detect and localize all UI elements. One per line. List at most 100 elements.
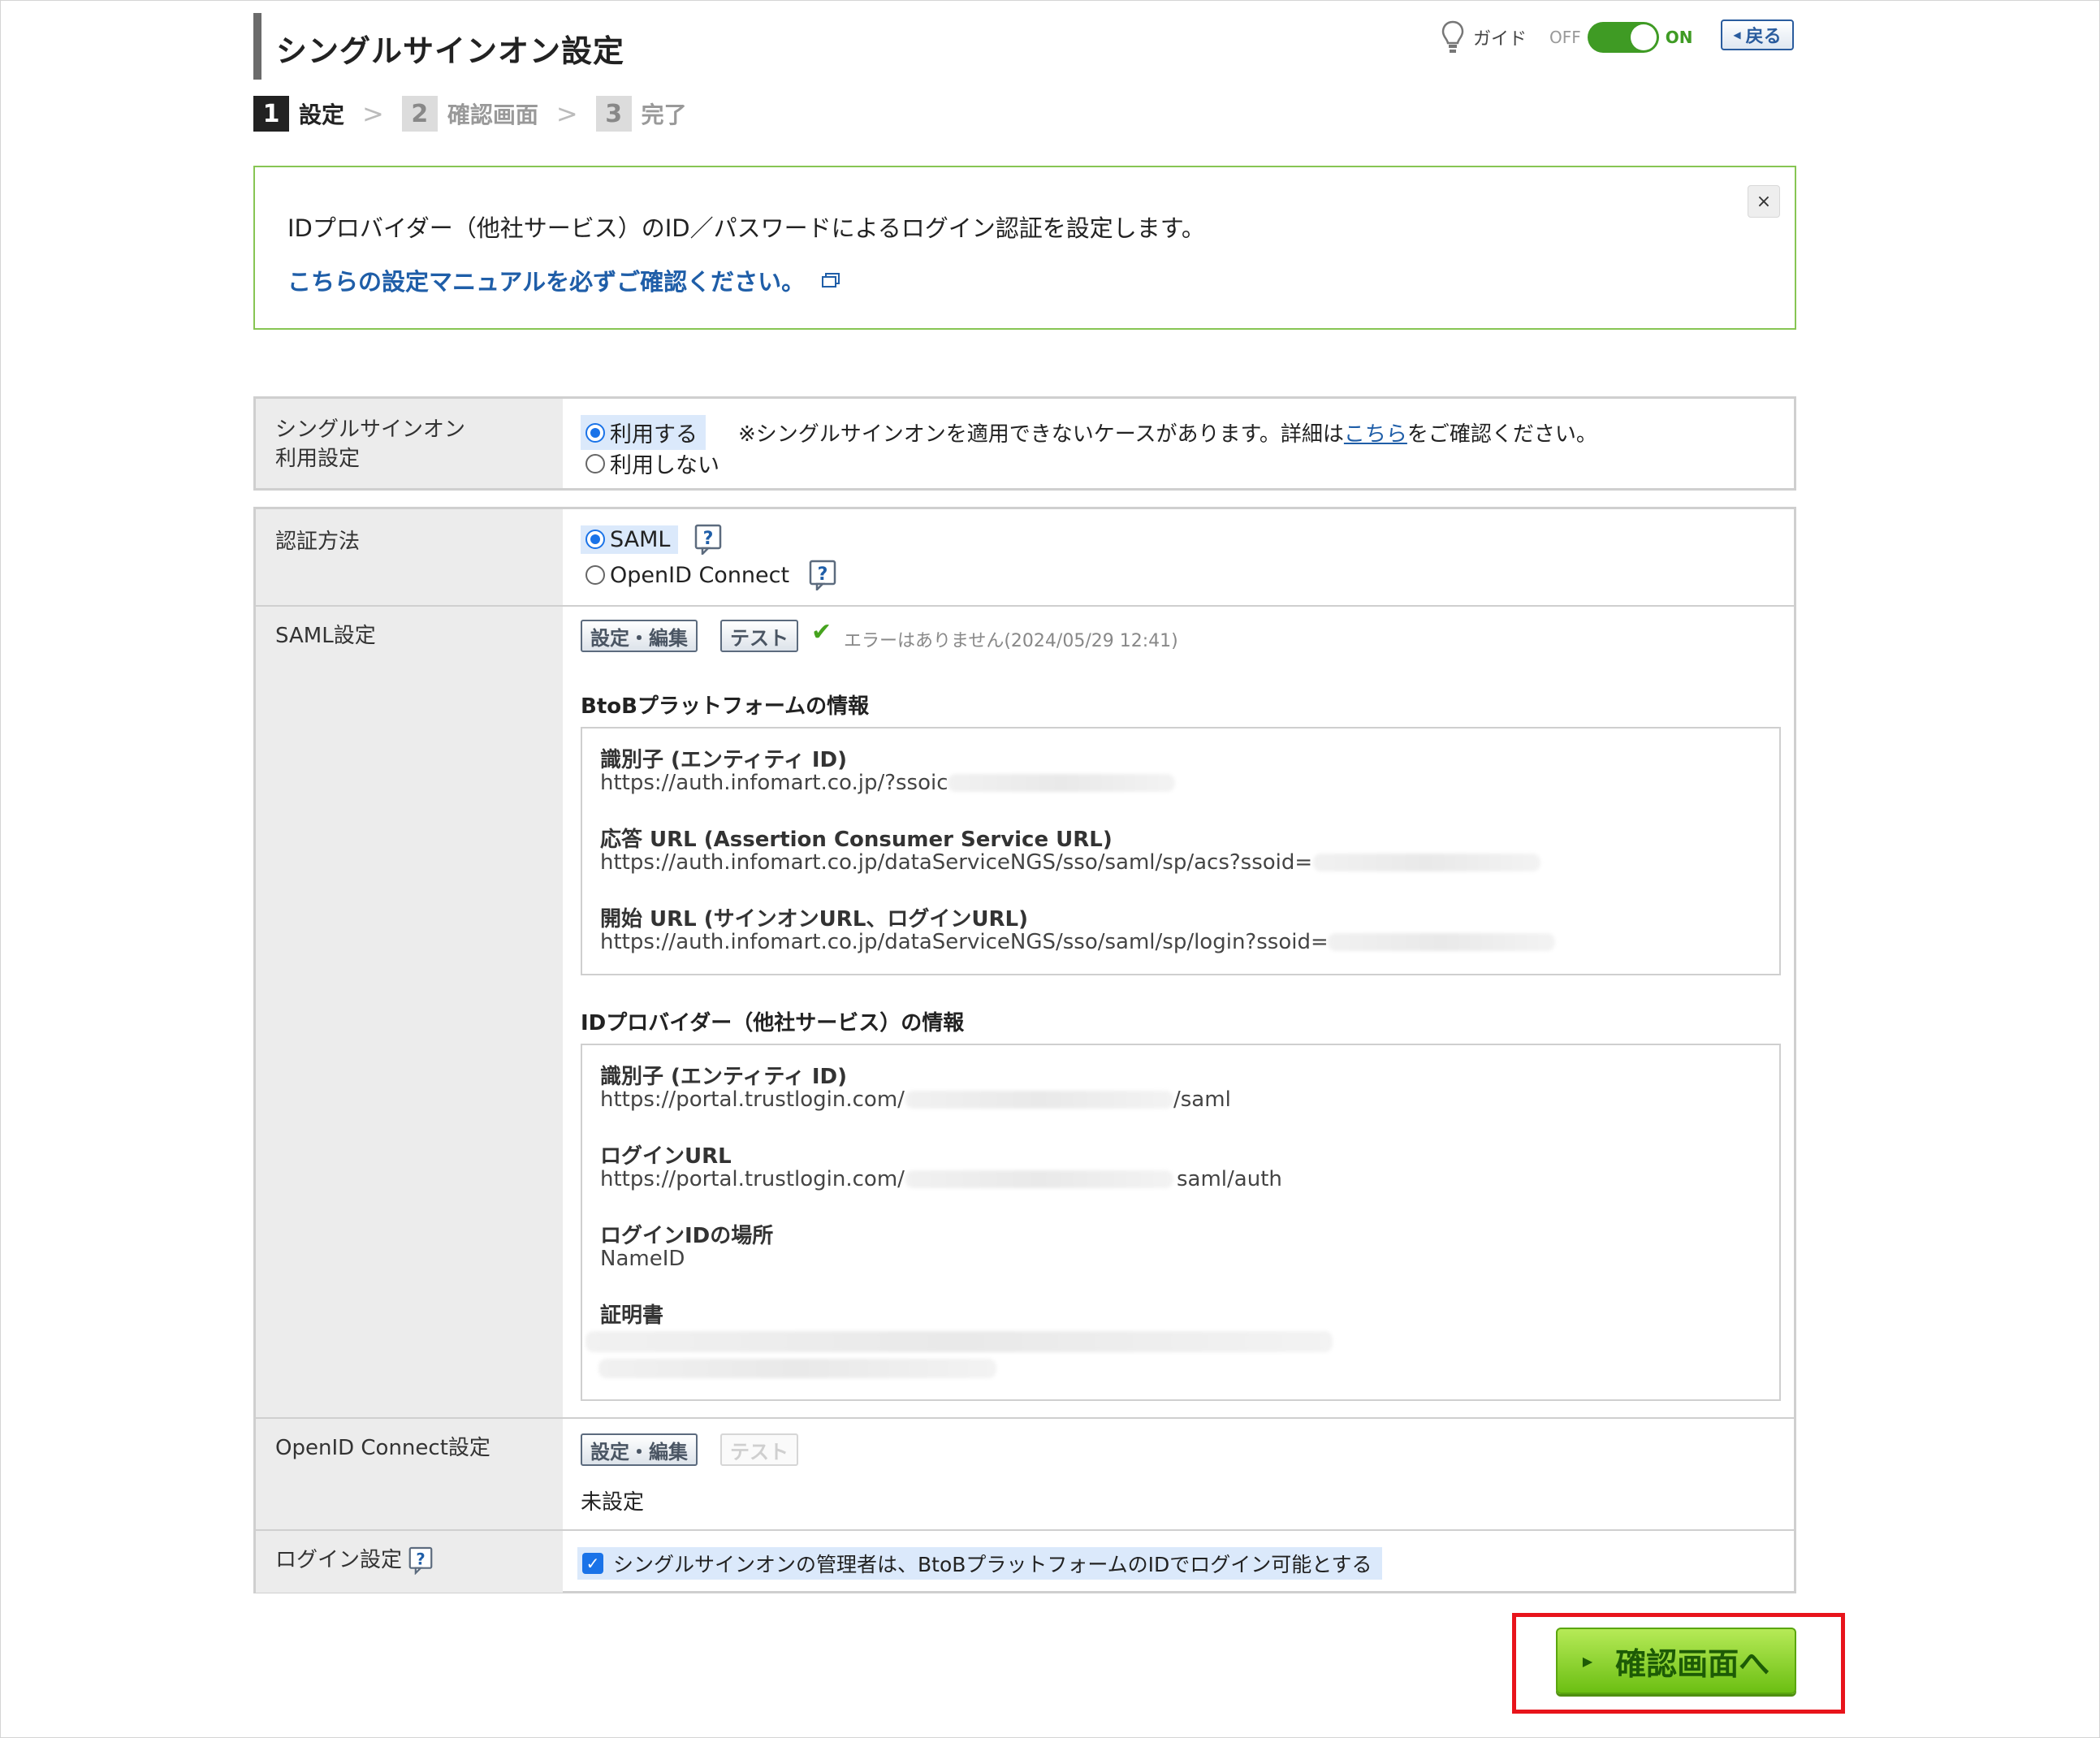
guide-toggle[interactable] [1587, 22, 1659, 53]
saml-edit-button[interactable]: 設定・編集 [581, 620, 698, 652]
radio-unselected-icon [585, 565, 605, 585]
btob-login-value: https://auth.infomart.co.jp/dataServiceN… [600, 930, 1329, 954]
saml-settings-row: SAML設定 設定・編集 テスト ✔ エラーはありません(2024/05/29 … [256, 605, 1794, 1419]
auth-method-label: 認証方法 [275, 530, 361, 554]
checkbox-checked-icon[interactable]: ✓ [582, 1553, 603, 1574]
redacted-value [948, 774, 1175, 792]
radio-selected-icon [585, 530, 605, 549]
manual-link[interactable]: こちらの設定マニュアルを必ずご確認ください。 [287, 263, 840, 297]
radio-saml-label: SAML [610, 526, 671, 552]
check-icon: ✔ [811, 618, 832, 646]
help-icon[interactable]: ? [809, 560, 836, 590]
guide-on-label: ON [1665, 28, 1693, 47]
back-arrow-icon: ◀ [1733, 29, 1741, 41]
auth-method-label-cell: 認証方法 [256, 509, 563, 605]
step-2-number: 2 [401, 96, 438, 132]
idp-entity-suffix: /saml [1173, 1087, 1231, 1112]
guide-toggle-group: ガイド OFF ON [1441, 19, 1693, 55]
radio-selected-icon [585, 422, 605, 443]
step-3-number: 3 [595, 96, 632, 132]
manual-link-label: こちらの設定マニュアルを必ずご確認ください。 [287, 268, 806, 296]
oidc-edit-button[interactable]: 設定・編集 [581, 1433, 698, 1466]
radio-saml-line: SAML ? [581, 524, 722, 555]
step-3-label: 完了 [641, 102, 687, 128]
radio-oidc-line: OpenID Connect ? [585, 560, 836, 590]
step-indicator: 1 設定 > 2 確認画面 > 3 完了 [253, 96, 687, 132]
title-accent-bar [253, 13, 261, 80]
chevron-right-icon: > [362, 98, 384, 129]
step-1-number: 1 [253, 96, 289, 132]
sso-note-prefix: ※シングルサインオンを適用できないケースがあります。詳細は [738, 422, 1344, 447]
login-setting-label-group: ログイン設定 ? [275, 1546, 433, 1575]
play-arrow-icon: ▶ [1582, 1653, 1593, 1669]
redacted-value [905, 1091, 1173, 1109]
saml-body: 設定・編集 テスト ✔ エラーはありません(2024/05/29 12:41) … [563, 607, 1794, 1419]
info-box: IDプロバイダー（他社サービス）のID／パスワードによるログイン認証を設定します… [253, 166, 1796, 330]
sso-usage-label-line2: 利用設定 [275, 447, 361, 471]
login-setting-row: ログイン設定 ? ✓ シングルサインオンの管理者は、BtoBプラットフォームのI… [256, 1529, 1794, 1593]
sso-usage-table: シングルサインオン 利用設定 利用する ※シングルサインオンを適用できないケース… [253, 396, 1796, 491]
auth-method-row: 認証方法 SAML ? OpenID Connect ? [256, 509, 1794, 605]
oidc-label-cell: OpenID Connect設定 [256, 1419, 563, 1531]
idp-login-url-label: ログインURL [600, 1144, 732, 1169]
sso-note-link[interactable]: こちら [1344, 422, 1407, 447]
idp-entity-prefix: https://portal.trustlogin.com/ [600, 1087, 905, 1112]
step-2-label: 確認画面 [447, 102, 538, 128]
idp-login-url-suffix: saml/auth [1177, 1167, 1282, 1191]
step-1-label: 設定 [299, 102, 345, 128]
radio-unselected-icon [585, 453, 605, 473]
guide-off-label: OFF [1549, 28, 1581, 47]
radio-oidc-label: OpenID Connect [610, 562, 790, 588]
redacted-value [1328, 933, 1555, 951]
saml-label: SAML設定 [275, 624, 376, 648]
svg-text:?: ? [703, 529, 714, 549]
admin-login-checkbox-line[interactable]: ✓ シングルサインオンの管理者は、BtoBプラットフォームのIDでログイン可能と… [577, 1547, 1382, 1580]
close-button[interactable]: × [1748, 185, 1780, 218]
help-icon[interactable]: ? [694, 524, 722, 555]
btob-entity-label: 識別子 (エンティティ ID) [600, 748, 848, 772]
radio-not-use-sso[interactable]: 利用しない [585, 447, 719, 479]
toggle-knob [1630, 24, 1657, 50]
oidc-label: OpenID Connect設定 [275, 1436, 490, 1460]
sso-use-line: 利用する ※シングルサインオンを適用できないケースがあります。詳細はこちらをご確… [581, 415, 1597, 450]
redacted-value [1313, 854, 1540, 871]
redacted-value [905, 1170, 1173, 1188]
radio-saml[interactable]: SAML [581, 525, 679, 554]
btob-acs-label: 応答 URL (Assertion Consumer Service URL) [600, 828, 1113, 852]
admin-login-checkbox-label: シングルサインオンの管理者は、BtoBプラットフォームのIDでログイン可能とする [613, 1553, 1372, 1576]
oidc-status: 未設定 [581, 1490, 645, 1515]
login-setting-label-cell: ログイン設定 ? [256, 1531, 563, 1593]
lightbulb-icon [1441, 20, 1464, 53]
confirm-screen-button[interactable]: ▶ 確認画面へ [1556, 1628, 1796, 1694]
guide-label: ガイド [1473, 29, 1527, 50]
login-setting-body: ✓ シングルサインオンの管理者は、BtoBプラットフォームのIDでログイン可能と… [563, 1531, 1794, 1593]
radio-use-sso[interactable]: 利用する [581, 415, 706, 450]
auth-method-body: SAML ? OpenID Connect ? [563, 509, 1794, 605]
radio-oidc[interactable]: OpenID Connect [585, 563, 789, 588]
sso-usage-label-cell: シングルサインオン 利用設定 [256, 399, 563, 488]
page-title: シングルサインオン設定 [276, 33, 625, 69]
chevron-right-icon: > [555, 98, 578, 129]
svg-text:?: ? [818, 564, 828, 585]
btob-section-title: BtoBプラットフォームの情報 [581, 694, 870, 719]
saml-test-button[interactable]: テスト [720, 620, 798, 652]
oidc-settings-row: OpenID Connect設定 設定・編集 テスト 未設定 [256, 1417, 1794, 1531]
sso-usage-label: シングルサインオン 利用設定 [275, 415, 465, 473]
sso-note-suffix: をご確認ください。 [1406, 422, 1597, 447]
idp-loginid-label: ログインIDの場所 [600, 1224, 774, 1248]
idp-loginid-value: NameID [600, 1247, 685, 1271]
info-text: IDプロバイダー（他社サービス）のID／パスワードによるログイン認証を設定します… [287, 214, 1205, 242]
btob-login-label: 開始 URL (サインオンURL、ログインURL) [600, 907, 1028, 932]
back-button[interactable]: ◀ 戻る [1721, 19, 1794, 50]
saml-label-cell: SAML設定 [256, 607, 563, 1419]
back-button-label: 戻る [1745, 27, 1782, 47]
idp-cert-label: 証明書 [600, 1304, 664, 1328]
confirm-button-label: 確認画面へ [1615, 1645, 1770, 1682]
help-icon[interactable]: ? [408, 1546, 433, 1575]
sso-usage-body: 利用する ※シングルサインオンを適用できないケースがあります。詳細はこちらをご確… [563, 399, 1794, 488]
redacted-value [598, 1359, 996, 1378]
idp-info-box: 識別子 (エンティティ ID) https://portal.trustlogi… [581, 1044, 1781, 1401]
saml-status: エラーはありません(2024/05/29 12:41) [844, 631, 1178, 651]
redacted-value [585, 1331, 1333, 1352]
btob-acs-value: https://auth.infomart.co.jp/dataServiceN… [600, 850, 1313, 875]
